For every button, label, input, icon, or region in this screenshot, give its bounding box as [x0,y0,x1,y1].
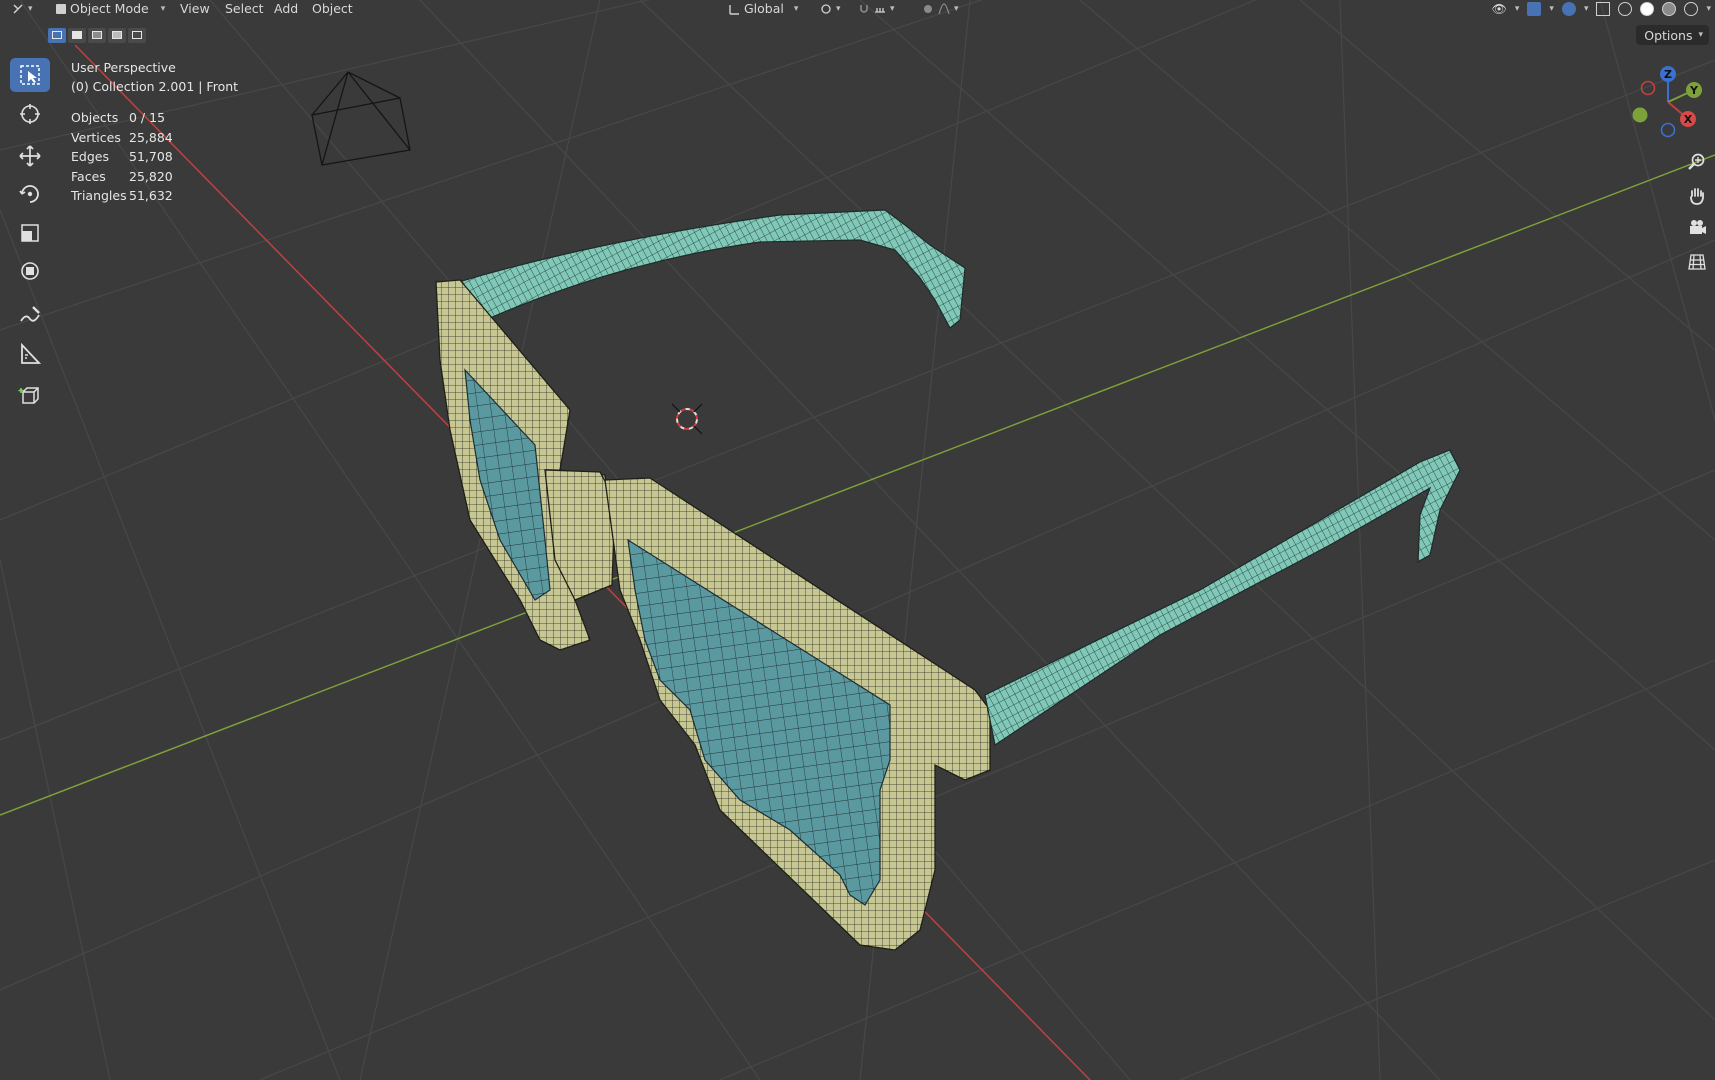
visibility-icon[interactable]: 👁 [1492,2,1507,16]
viewport-header: ▾ Object Mode ▾ View Select Add Object G… [0,0,1715,17]
add-cube-icon [18,387,39,404]
zoom-icon [1688,153,1705,170]
select-box-tool[interactable] [10,58,50,92]
orientation-icon [729,4,739,15]
editor-type-icon [13,3,23,14]
menu-object[interactable]: Object [312,0,353,17]
neg-x-handle[interactable] [1640,80,1656,96]
rotate-icon [19,185,39,203]
move-tool[interactable] [10,139,50,173]
overlay-toggle-icon[interactable] [1561,1,1576,16]
svg-text:Y: Y [1689,84,1699,97]
svg-text:X: X [1684,113,1693,126]
cursor-tool[interactable] [10,97,50,131]
stat-triangles: Triangles 51,632 [71,188,173,204]
pan-hand-icon [1690,188,1704,205]
annotate-icon [20,306,40,322]
mode-selector[interactable]: Object Mode ▾ [56,0,165,17]
selection-mode-buttons [48,28,146,43]
gizmo-toggle-icon[interactable] [1527,1,1542,16]
header-right-controls: 👁 ▾ ▾ ▾ ▾ [1491,1,1711,16]
pivot-point-selector[interactable]: ▾ [820,0,841,17]
neg-z-handle[interactable] [1660,122,1676,138]
pivot-icon [821,3,831,14]
falloff-icon [938,2,950,14]
scale-icon [21,224,39,242]
snap-toggle[interactable]: ▾ [858,0,895,17]
object-mode-icon [56,3,66,14]
stat-faces: Faces 25,820 [71,168,173,184]
xray-toggle-icon[interactable] [1596,1,1611,16]
camera-view-button[interactable] [1681,214,1713,242]
wireframe-shading-icon[interactable] [1618,1,1633,16]
zoom-button[interactable] [1681,148,1713,176]
menu-add[interactable]: Add [274,0,298,17]
mode-label: Object Mode [70,1,149,16]
rendered-shading-icon[interactable] [1684,1,1699,16]
svg-text:Z: Z [1664,68,1672,81]
annotate-tool[interactable] [10,298,50,332]
menu-select[interactable]: Select [225,0,264,17]
menu-view[interactable]: View [180,0,210,17]
rotate-tool[interactable] [10,177,50,211]
material-shading-icon[interactable] [1662,1,1677,16]
magnet-icon [860,4,868,13]
viewport-info: User Perspective (0) Collection 2.001 | … [71,58,238,96]
perspective-label: User Perspective [71,60,176,75]
transform-tool[interactable] [10,254,50,288]
scene-statistics: Objects 0 / 15 Vertices 25,884 Edges 51,708… [71,108,173,206]
select-subtract-button[interactable] [88,28,106,43]
add-cube-tool[interactable] [10,379,50,413]
neg-y-handle[interactable] [1632,107,1648,123]
ortho-toggle-button[interactable] [1681,248,1713,276]
transform-icon [21,262,39,280]
select-extend-button[interactable] [68,28,86,43]
select-invert-button[interactable] [108,28,126,43]
proportional-icon [924,4,932,13]
editor-type-menu[interactable]: ▾ [12,0,33,17]
pan-button[interactable] [1681,182,1713,210]
measure-icon [21,342,42,364]
measure-tool[interactable] [10,337,50,371]
collection-label: (0) Collection 2.001 | Front [71,79,239,94]
cursor-icon [20,104,40,124]
navigation-gizmo[interactable]: Z Y X [1620,62,1710,152]
stat-objects: Objects 0 / 15 [71,110,166,126]
select-intersect-button[interactable] [128,28,146,43]
snap-increment-icon [875,7,885,13]
scale-tool[interactable] [10,216,50,250]
ortho-grid-icon [1688,254,1706,270]
select-box-icon [20,65,40,85]
stat-edges: Edges 51,708 [71,149,173,165]
select-new-button[interactable] [48,28,66,43]
transform-orientation-selector[interactable]: Global ▾ [728,0,798,17]
stat-vertices: Vertices 25,884 [71,129,173,145]
3d-viewport[interactable] [0,0,1715,1080]
proportional-editing[interactable]: ▾ [922,0,959,17]
camera-view-icon [1690,220,1706,234]
move-icon [19,145,41,167]
options-dropdown[interactable]: Options ▾ [1636,25,1709,45]
solid-shading-icon[interactable] [1640,1,1655,16]
